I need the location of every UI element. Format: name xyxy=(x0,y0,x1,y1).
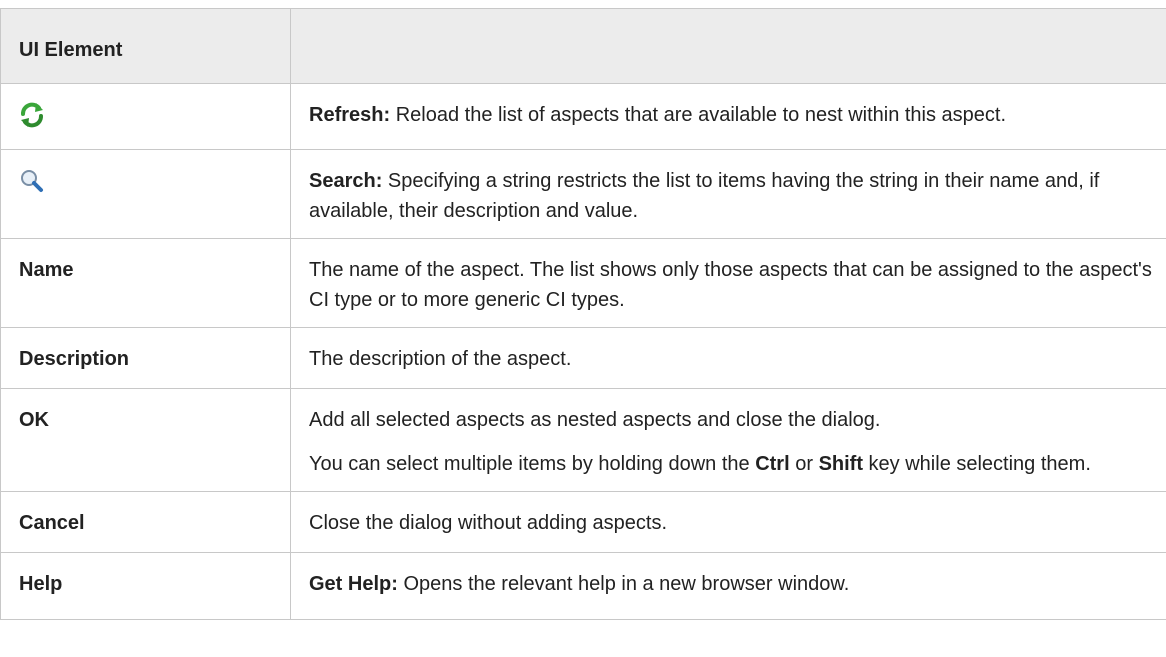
table-row: Search: Specifying a string restricts th… xyxy=(0,149,1166,239)
refresh-label: Refresh: xyxy=(309,104,391,126)
header-description xyxy=(290,8,1166,84)
header-ui-element: UI Element xyxy=(0,8,291,84)
ok-note-text-b: or xyxy=(789,453,819,475)
element-name: Name xyxy=(0,238,291,328)
table-row: Description The description of the aspec… xyxy=(0,327,1166,389)
element-name: OK xyxy=(0,388,291,492)
refresh-icon xyxy=(19,102,45,137)
help-label: Get Help: xyxy=(309,573,398,595)
description-cell: Close the dialog without adding aspects. xyxy=(290,491,1166,553)
help-text: Opens the relevant help in a new browser… xyxy=(397,573,850,595)
ok-note: You can select multiple items by holding… xyxy=(309,449,1154,479)
ok-description: Add all selected aspects as nested aspec… xyxy=(309,409,881,431)
shift-key: Shift xyxy=(818,453,863,475)
table-row: Refresh: Reload the list of aspects that… xyxy=(0,83,1166,150)
refresh-text: Reload the list of aspects that are avai… xyxy=(390,104,1007,126)
table-row: OK Add all selected aspects as nested as… xyxy=(0,388,1166,492)
search-text: Specifying a string restricts the list t… xyxy=(309,170,1100,222)
search-icon xyxy=(19,168,45,203)
element-cell xyxy=(0,83,291,150)
table-row: Help Get Help: Opens the relevant help i… xyxy=(0,552,1166,620)
description-cell: The name of the aspect. The list shows o… xyxy=(290,238,1166,328)
ok-note-text-a: You can select multiple items by holding… xyxy=(309,453,756,475)
table-header-row: UI Element xyxy=(0,8,1166,84)
description-cell: Add all selected aspects as nested aspec… xyxy=(290,388,1166,492)
element-cell xyxy=(0,149,291,239)
table-row: Cancel Close the dialog without adding a… xyxy=(0,491,1166,553)
ok-note-text-c: key while selecting them. xyxy=(863,453,1091,475)
ui-elements-table: UI Element Refresh: Reload the list of a… xyxy=(0,8,1166,620)
description-cell: Get Help: Opens the relevant help in a n… xyxy=(290,552,1166,620)
description-cell: Refresh: Reload the list of aspects that… xyxy=(290,83,1166,150)
description-cell: Search: Specifying a string restricts th… xyxy=(290,149,1166,239)
element-name: Help xyxy=(0,552,291,620)
element-name: Description xyxy=(0,327,291,389)
element-name: Cancel xyxy=(0,491,291,553)
table-row: Name The name of the aspect. The list sh… xyxy=(0,238,1166,328)
description-cell: The description of the aspect. xyxy=(290,327,1166,389)
ctrl-key: Ctrl xyxy=(755,453,790,475)
search-label: Search: xyxy=(309,170,383,192)
